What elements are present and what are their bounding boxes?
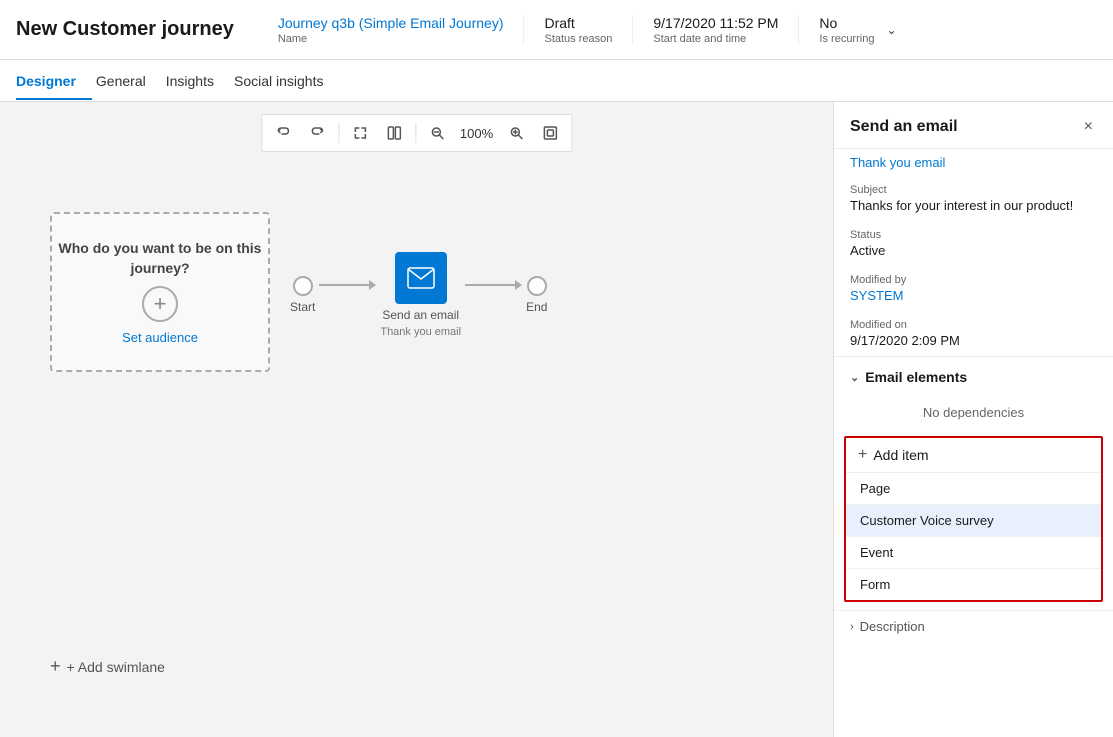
add-swimlane-button[interactable]: + + Add swimlane <box>50 656 165 677</box>
panel-status-label: Status <box>850 229 1097 241</box>
audience-question: Who do you want to be on this journey? <box>52 239 268 278</box>
journey-flow: Start Send an email Than <box>290 252 547 338</box>
journey-name-field: Journey q3b (Simple Email Journey) Name <box>258 15 525 45</box>
panel-close-button[interactable]: × <box>1080 116 1097 138</box>
start-date-label: Start date and time <box>653 33 778 45</box>
panel-email-link[interactable]: Thank you email <box>834 149 1113 176</box>
audience-plus-button[interactable]: + <box>142 286 178 322</box>
canvas-area: 100% Who do you want to be on t <box>0 102 833 737</box>
panel-subject-label: Subject <box>850 184 1097 196</box>
tab-insights[interactable]: Insights <box>166 63 230 99</box>
description-chevron-icon: › <box>850 621 854 633</box>
columns-button[interactable] <box>379 119 409 147</box>
dropdown-item-customer-voice[interactable]: Customer Voice survey <box>846 505 1101 537</box>
no-dependencies-text: No dependencies <box>834 393 1113 432</box>
start-label: Start <box>290 300 315 314</box>
panel-modified-by-field: Modified by SYSTEM <box>834 266 1113 311</box>
panel-modified-on-value: 9/17/2020 2:09 PM <box>850 333 1097 348</box>
panel-modified-on-field: Modified on 9/17/2020 2:09 PM <box>834 311 1113 356</box>
expand-button[interactable] <box>345 119 375 147</box>
start-date-value: 9/17/2020 11:52 PM <box>653 15 778 31</box>
email-node-box[interactable] <box>395 252 447 304</box>
section-chevron-icon: ⌄ <box>850 371 859 384</box>
add-item-plus-icon: + <box>858 446 867 464</box>
toolbar-divider-1 <box>338 123 339 143</box>
tab-social-insights[interactable]: Social insights <box>234 63 340 99</box>
arrow-2 <box>465 280 522 310</box>
toolbar-divider-2 <box>415 123 416 143</box>
canvas-toolbar: 100% <box>261 114 572 152</box>
page-title: New Customer journey <box>16 18 234 41</box>
panel-status-value: Active <box>850 243 1097 258</box>
status-reason-value: Draft <box>544 15 612 31</box>
tab-designer[interactable]: Designer <box>16 63 92 99</box>
panel-subject-value: Thanks for your interest in our product! <box>850 198 1097 213</box>
dropdown-item-event[interactable]: Event <box>846 537 1101 569</box>
panel-title: Send an email <box>850 118 958 136</box>
start-date-field: 9/17/2020 11:52 PM Start date and time <box>633 15 799 45</box>
status-reason-label: Status reason <box>544 33 612 45</box>
panel-header: Send an email × <box>834 102 1113 149</box>
add-item-label: Add item <box>873 447 928 463</box>
tab-bar: Designer General Insights Social insight… <box>0 60 1113 102</box>
description-row[interactable]: › Description <box>834 610 1113 642</box>
dropdown-item-page[interactable]: Page <box>846 473 1101 505</box>
description-label: Description <box>860 619 925 634</box>
email-node-label: Send an email <box>382 308 459 322</box>
panel-modified-by-value[interactable]: SYSTEM <box>850 288 1097 303</box>
end-circle <box>527 276 547 296</box>
journey-name-value[interactable]: Journey q3b (Simple Email Journey) <box>278 15 504 31</box>
panel-modified-on-label: Modified on <box>850 319 1097 331</box>
email-elements-label: Email elements <box>865 369 967 385</box>
right-panel: Send an email × Thank you email Subject … <box>833 102 1113 737</box>
header-chevron-icon[interactable]: ⌄ <box>882 19 900 41</box>
end-node: End <box>526 276 547 314</box>
is-recurring-field: No Is recurring ⌄ <box>799 15 920 45</box>
set-audience-link[interactable]: Set audience <box>122 330 198 345</box>
redo-button[interactable] <box>302 119 332 147</box>
panel-status-field: Status Active <box>834 221 1113 266</box>
status-reason-field: Draft Status reason <box>524 15 633 45</box>
zoom-in-button[interactable] <box>501 119 531 147</box>
is-recurring-value: No <box>819 15 874 31</box>
arrow-1 <box>319 280 376 310</box>
panel-subject-field: Subject Thanks for your interest in our … <box>834 176 1113 221</box>
journey-name-label: Name <box>278 33 504 45</box>
add-swimlane-icon: + <box>50 656 61 677</box>
is-recurring-label: Is recurring <box>819 33 874 45</box>
end-label: End <box>526 300 547 314</box>
email-icon <box>407 267 435 289</box>
tab-general[interactable]: General <box>96 63 162 99</box>
email-elements-section: ⌄ Email elements <box>834 356 1113 393</box>
zoom-level: 100% <box>456 126 497 141</box>
journey-canvas: Who do you want to be on this journey? +… <box>20 172 813 717</box>
start-node: Start <box>290 276 315 314</box>
fit-button[interactable] <box>535 119 565 147</box>
panel-modified-by-label: Modified by <box>850 274 1097 286</box>
undo-button[interactable] <box>268 119 298 147</box>
add-item-dropdown: + Add item Page Customer Voice survey Ev… <box>844 436 1103 602</box>
start-circle <box>293 276 313 296</box>
email-node[interactable]: Send an email Thank you email <box>380 252 461 338</box>
dropdown-item-form[interactable]: Form <box>846 569 1101 600</box>
zoom-out-button[interactable] <box>422 119 452 147</box>
add-item-button[interactable]: + Add item <box>846 438 1101 473</box>
email-elements-header[interactable]: ⌄ Email elements <box>850 369 1097 385</box>
audience-box[interactable]: Who do you want to be on this journey? +… <box>50 212 270 372</box>
add-swimlane-label: + Add swimlane <box>67 659 165 675</box>
email-node-sublabel: Thank you email <box>380 326 461 338</box>
